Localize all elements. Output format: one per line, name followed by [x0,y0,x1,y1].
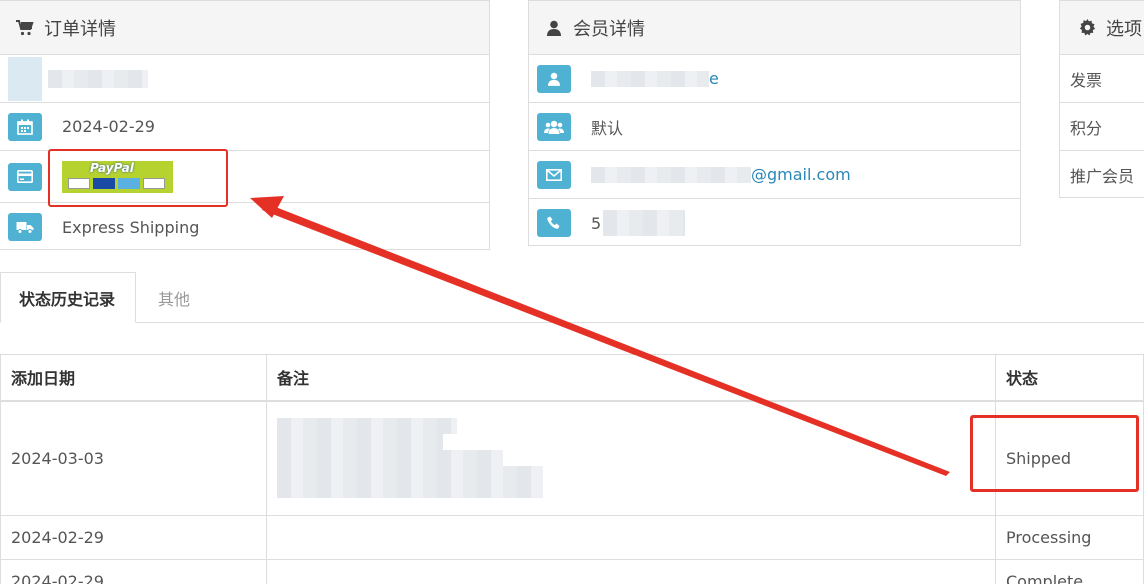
order-store-row [0,55,489,103]
row-comment [266,515,996,560]
row-status: Complete [995,559,1144,584]
user-icon [545,19,563,37]
option-affiliate-row[interactable]: 推广会员 [1060,151,1144,199]
options-heading: 选项 [1060,1,1144,55]
option-points-row[interactable]: 积分 [1060,103,1144,151]
options-title: 选项 [1106,18,1142,40]
order-date-row: 2024-02-29 [0,103,489,151]
table-row: 2024-02-29 Complete [0,559,1144,584]
order-details-panel: 订单详情 2024-02-29 PayPal Express Shipping [0,0,490,250]
redacted-comment [277,418,985,499]
member-phone-row: 5 [529,199,1020,247]
member-details-heading: 会员详情 [529,1,1020,55]
redacted-store-text [48,69,148,88]
tab-other[interactable]: 其他 [140,272,208,323]
customer-phone: 5 [591,213,602,233]
header-status: 状态 [995,354,1144,402]
option-invoice-row[interactable]: 发票 [1060,55,1144,103]
redacted-phone [603,210,686,236]
member-details-title: 会员详情 [573,18,645,40]
customer-group: 默认 [591,118,624,138]
order-tabs: 状态历史记录 其他 [0,272,1144,323]
member-details-panel: 会员详情 e 默认 @gmail.com 5 [528,0,1021,246]
row-status: Processing [995,515,1144,560]
options-panel: 选项 发票 积分 推广会员 [1059,0,1144,198]
table-row: 2024-02-29 Processing [0,515,1144,560]
table-header-row: 添加日期 备注 状态 [0,354,1144,402]
envelope-icon[interactable] [537,160,571,189]
member-email-row: @gmail.com [529,151,1020,199]
row-date: 2024-02-29 [0,559,267,584]
row-comment [266,559,996,584]
credit-card-icon[interactable] [8,162,42,191]
option-affiliate: 推广会员 [1070,167,1135,186]
header-comment: 备注 [266,354,996,402]
order-details-heading: 订单详情 [0,1,489,55]
order-date: 2024-02-29 [62,117,155,136]
member-group-row: 默认 [529,103,1020,151]
row-date: 2024-02-29 [0,515,267,560]
users-icon[interactable] [537,112,571,141]
gear-icon [1078,19,1096,37]
row-date: 2024-03-03 [0,400,267,516]
shipping-method: Express Shipping [62,217,200,237]
header-date: 添加日期 [0,354,267,402]
option-points: 积分 [1070,118,1103,138]
user-icon[interactable] [537,64,571,93]
customer-email-link[interactable]: @gmail.com [751,165,851,184]
redacted-email [591,166,751,183]
annotation-status-highlight [970,415,1139,492]
redacted-store-name [8,56,42,101]
order-details-title: 订单详情 [44,18,116,40]
order-shipping-row: Express Shipping [0,203,489,251]
member-name-row: e [529,55,1020,103]
option-invoice: 发票 [1070,70,1103,90]
cart-icon [16,19,34,37]
row-comment [266,400,996,516]
calendar-icon[interactable] [8,112,42,141]
redacted-customer-name [591,70,709,87]
truck-icon[interactable] [8,213,42,241]
tab-history[interactable]: 状态历史记录 [0,272,136,323]
customer-name-link[interactable]: e [709,69,719,88]
annotation-payment-highlight [48,149,228,207]
phone-icon[interactable] [537,209,571,237]
